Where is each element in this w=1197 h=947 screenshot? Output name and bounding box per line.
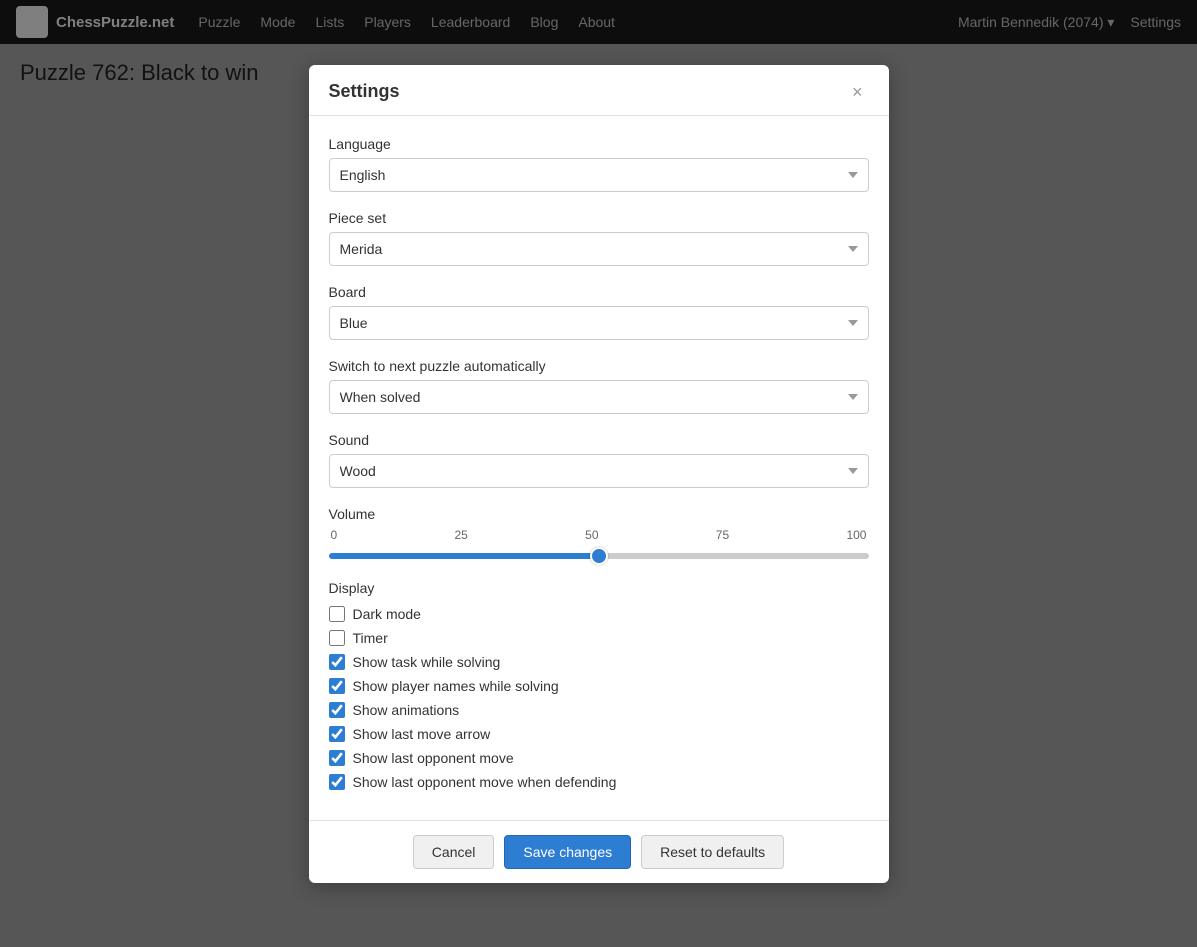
save-button[interactable]: Save changes xyxy=(504,835,631,869)
volume-slider-container xyxy=(329,546,869,562)
modal-header: Settings × xyxy=(309,65,889,116)
sound-select[interactable]: Wood Glass Electric Standard None xyxy=(329,454,869,488)
modal-footer: Cancel Save changes Reset to defaults xyxy=(309,820,889,883)
tick-25: 25 xyxy=(454,528,467,542)
sound-group: Sound Wood Glass Electric Standard None xyxy=(329,432,869,488)
volume-ticks: 0 25 50 75 100 xyxy=(329,528,869,542)
reset-button[interactable]: Reset to defaults xyxy=(641,835,784,869)
checkbox-show-player-names: Show player names while solving xyxy=(329,678,869,694)
cancel-button[interactable]: Cancel xyxy=(413,835,495,869)
tick-75: 75 xyxy=(716,528,729,542)
volume-label: Volume xyxy=(329,506,869,522)
show-last-opponent-move-checkbox[interactable] xyxy=(329,750,345,766)
checkbox-timer: Timer xyxy=(329,630,869,646)
dark-mode-label[interactable]: Dark mode xyxy=(353,606,421,622)
board-label: Board xyxy=(329,284,869,300)
dark-mode-checkbox[interactable] xyxy=(329,606,345,622)
timer-label[interactable]: Timer xyxy=(353,630,388,646)
show-last-opponent-defending-label[interactable]: Show last opponent move when defending xyxy=(353,774,617,790)
checkbox-show-last-move-arrow: Show last move arrow xyxy=(329,726,869,742)
piece-set-group: Piece set Merida Alpha Chess7 Chessnut L… xyxy=(329,210,869,266)
auto-switch-label: Switch to next puzzle automatically xyxy=(329,358,869,374)
tick-0: 0 xyxy=(331,528,338,542)
piece-set-label: Piece set xyxy=(329,210,869,226)
modal-body: Language English German French Spanish R… xyxy=(309,116,889,820)
settings-modal: Settings × Language English German Frenc… xyxy=(309,65,889,883)
show-player-names-checkbox[interactable] xyxy=(329,678,345,694)
piece-set-select[interactable]: Merida Alpha Chess7 Chessnut Leipzig xyxy=(329,232,869,266)
tick-50: 50 xyxy=(585,528,598,542)
modal-overlay: Settings × Language English German Frenc… xyxy=(0,0,1197,947)
display-section: Display Dark mode Timer Show task while … xyxy=(329,580,869,790)
language-label: Language xyxy=(329,136,869,152)
show-last-opponent-move-label[interactable]: Show last opponent move xyxy=(353,750,514,766)
checkbox-show-animations: Show animations xyxy=(329,702,869,718)
show-player-names-label[interactable]: Show player names while solving xyxy=(353,678,559,694)
show-last-move-arrow-checkbox[interactable] xyxy=(329,726,345,742)
checkbox-dark-mode: Dark mode xyxy=(329,606,869,622)
show-animations-checkbox[interactable] xyxy=(329,702,345,718)
show-animations-label[interactable]: Show animations xyxy=(353,702,460,718)
checkbox-show-last-opponent-defending: Show last opponent move when defending xyxy=(329,774,869,790)
modal-title: Settings xyxy=(329,81,400,102)
checkbox-group: Dark mode Timer Show task while solving … xyxy=(329,606,869,790)
volume-section: Volume 0 25 50 75 100 xyxy=(329,506,869,562)
sound-label: Sound xyxy=(329,432,869,448)
board-select[interactable]: Blue Brown Green Purple Gray xyxy=(329,306,869,340)
language-group: Language English German French Spanish R… xyxy=(329,136,869,192)
auto-switch-select[interactable]: When solved Never After 3s After 5s xyxy=(329,380,869,414)
volume-slider[interactable] xyxy=(329,553,869,559)
show-last-move-arrow-label[interactable]: Show last move arrow xyxy=(353,726,491,742)
checkbox-show-last-opponent-move: Show last opponent move xyxy=(329,750,869,766)
auto-switch-group: Switch to next puzzle automatically When… xyxy=(329,358,869,414)
board-group: Board Blue Brown Green Purple Gray xyxy=(329,284,869,340)
show-task-label[interactable]: Show task while solving xyxy=(353,654,501,670)
close-button[interactable]: × xyxy=(846,81,869,103)
show-task-checkbox[interactable] xyxy=(329,654,345,670)
display-label: Display xyxy=(329,580,869,596)
language-select[interactable]: English German French Spanish Russian xyxy=(329,158,869,192)
checkbox-show-task: Show task while solving xyxy=(329,654,869,670)
timer-checkbox[interactable] xyxy=(329,630,345,646)
tick-100: 100 xyxy=(846,528,866,542)
show-last-opponent-defending-checkbox[interactable] xyxy=(329,774,345,790)
